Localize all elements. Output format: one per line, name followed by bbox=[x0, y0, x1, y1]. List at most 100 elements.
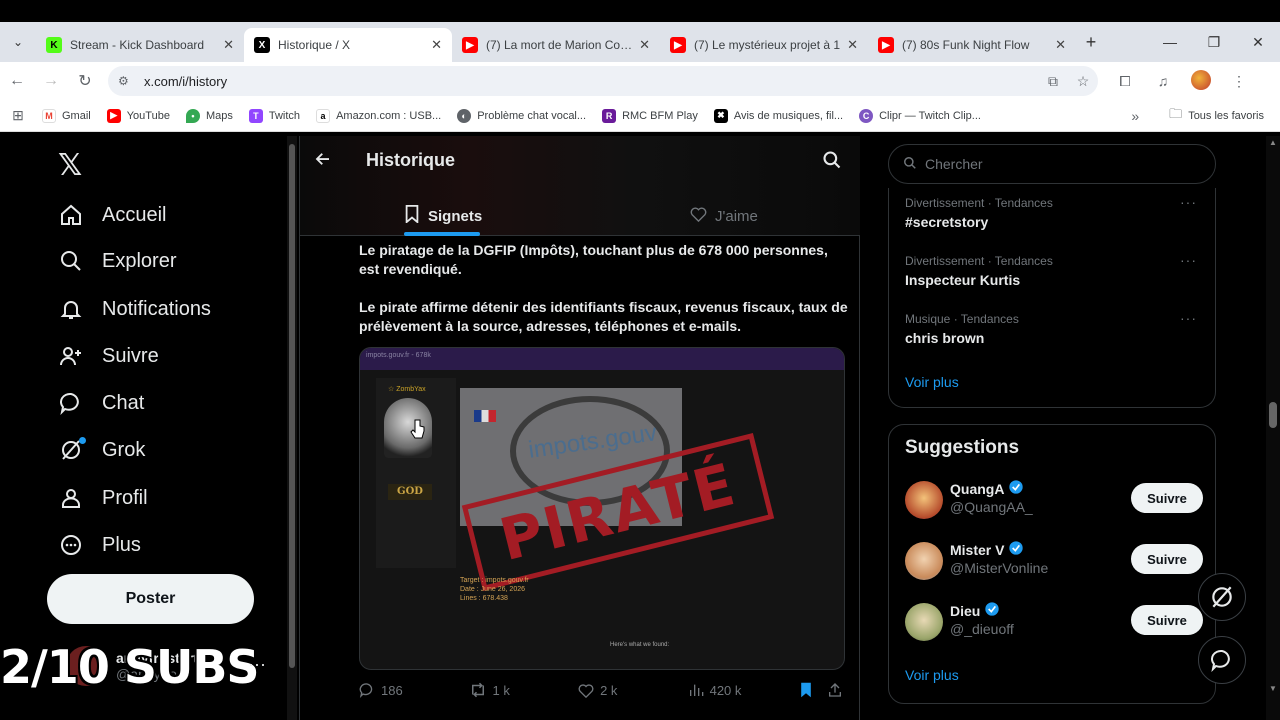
suggestion-user[interactable]: QuangA @QuangAA_ Suivre bbox=[905, 477, 1203, 521]
nav-label: Grok bbox=[102, 438, 146, 461]
tab-youtube-1[interactable]: ▶ (7) La mort de Marion Cotillard ✕ bbox=[452, 28, 660, 62]
x-logo-icon[interactable]: 𝕏 bbox=[58, 148, 82, 183]
reply-icon bbox=[359, 683, 373, 698]
media-control-icon[interactable]: ♫ bbox=[1144, 73, 1182, 89]
follow-button[interactable]: Suivre bbox=[1131, 483, 1203, 513]
bookmark-label: Gmail bbox=[62, 109, 91, 122]
close-tab-icon[interactable]: ✕ bbox=[847, 37, 858, 53]
tab-youtube-2[interactable]: ▶ (7) Le mystérieux projet à 1 ✕ bbox=[660, 28, 868, 62]
bookmark-amazon[interactable]: a Amazon.com : USB... bbox=[316, 108, 441, 123]
bookmark-youtube[interactable]: ▶ YouTube bbox=[106, 108, 170, 123]
nav-item-profil[interactable]: Profil bbox=[58, 485, 148, 511]
tab-jaime[interactable]: J'aime bbox=[690, 196, 758, 236]
back-arrow-icon[interactable] bbox=[314, 150, 332, 173]
scroll-up-icon[interactable]: ▲ bbox=[1269, 138, 1277, 147]
tab-title: Historique / X bbox=[278, 38, 351, 52]
profile-avatar[interactable] bbox=[1182, 69, 1220, 93]
avatar bbox=[905, 542, 943, 580]
more-options-icon[interactable]: ··· bbox=[1180, 310, 1197, 326]
install-app-icon[interactable]: ⧉ bbox=[1038, 73, 1068, 90]
tweet-paragraph-2: Le pirate affirme détenir des identifian… bbox=[359, 299, 848, 334]
search-input[interactable]: Chercher bbox=[888, 144, 1216, 184]
address-bar[interactable]: ⚙ x.com/i/history ⧉ ☆ bbox=[108, 66, 1098, 96]
nav-item-plus[interactable]: Plus bbox=[58, 532, 141, 558]
more-bookmarks-icon[interactable]: » bbox=[1131, 108, 1139, 124]
reply-button[interactable]: 186 bbox=[359, 682, 469, 698]
forward-icon[interactable]: → bbox=[34, 72, 68, 90]
see-more-trends-link[interactable]: Voir plus bbox=[905, 374, 959, 390]
tab-search-button[interactable]: ⌄ bbox=[0, 22, 36, 62]
nav-item-explorer[interactable]: Explorer bbox=[58, 248, 176, 274]
repost-button[interactable]: 1 k bbox=[469, 682, 579, 698]
new-tab-button[interactable]: + bbox=[1076, 32, 1106, 53]
bookmark-button[interactable] bbox=[799, 682, 827, 698]
bookmark-star-icon[interactable]: ☆ bbox=[1068, 73, 1098, 90]
trend-item[interactable]: Divertissement · Tendances #secretstory … bbox=[905, 194, 1205, 230]
bookmark-gmail[interactable]: M Gmail bbox=[42, 108, 91, 123]
bookmark-rmc[interactable]: R RMC BFM Play bbox=[602, 108, 698, 123]
account-more-icon[interactable]: ··· bbox=[248, 654, 266, 675]
reload-icon[interactable]: ↻ bbox=[68, 71, 102, 91]
site-info-icon[interactable]: ⚙ bbox=[118, 74, 136, 88]
back-icon[interactable]: ← bbox=[0, 72, 34, 90]
scrollbar-thumb[interactable] bbox=[1269, 402, 1277, 428]
more-options-icon[interactable]: ··· bbox=[1180, 252, 1197, 268]
close-tab-icon[interactable]: ✕ bbox=[223, 37, 234, 53]
nav-item-chat[interactable]: Chat bbox=[58, 390, 144, 416]
nav-item-grok[interactable]: Grok bbox=[58, 437, 145, 463]
menu-kebab-icon[interactable]: ⋮ bbox=[1220, 73, 1258, 90]
follow-button[interactable]: Suivre bbox=[1131, 544, 1203, 574]
tweet-actions: 186 1 k 2 k 420 k bbox=[359, 682, 849, 698]
apps-grid-icon[interactable]: ⊞ bbox=[0, 107, 36, 124]
bookmark-label: Avis de musiques, fil... bbox=[733, 109, 844, 122]
post-button[interactable]: Poster bbox=[47, 574, 254, 624]
nav-item-suivre[interactable]: Suivre bbox=[58, 343, 159, 369]
follow-button[interactable]: Suivre bbox=[1131, 605, 1203, 635]
tab-youtube-3[interactable]: ▶ (7) 80s Funk Night Flow ✕ bbox=[868, 28, 1076, 62]
left-scrollbar[interactable] bbox=[287, 136, 297, 720]
scrollbar-thumb[interactable] bbox=[289, 144, 295, 668]
trend-item[interactable]: Musique · Tendances chris brown ··· bbox=[905, 310, 1205, 346]
close-tab-icon[interactable]: ✕ bbox=[1055, 37, 1066, 53]
views-button[interactable]: 420 k bbox=[688, 682, 800, 698]
restore-icon[interactable]: ❐ bbox=[1192, 34, 1236, 51]
all-bookmarks-folder[interactable]: 🗀 Tous les favoris bbox=[1169, 105, 1264, 127]
messages-fab-button[interactable] bbox=[1198, 636, 1246, 684]
more-options-icon[interactable]: ··· bbox=[1180, 194, 1197, 210]
page-scrollbar[interactable]: ▲ ▼ bbox=[1266, 136, 1280, 720]
bookmark-twitch[interactable]: T Twitch bbox=[248, 108, 300, 123]
reply-count: 186 bbox=[381, 682, 403, 698]
minimize-icon[interactable]: — bbox=[1148, 34, 1192, 50]
trend-category: Divertissement · Tendances bbox=[905, 196, 1053, 210]
search-icon[interactable] bbox=[822, 150, 842, 175]
like-button[interactable]: 2 k bbox=[578, 683, 688, 698]
bookmark-clipr[interactable]: C Clipr — Twitch Clip... bbox=[859, 108, 981, 123]
nav-label: Notifications bbox=[102, 297, 211, 320]
bookmark-avis[interactable]: ✖ Avis de musiques, fil... bbox=[713, 108, 844, 123]
tab-kick[interactable]: K Stream - Kick Dashboard ✕ bbox=[36, 28, 244, 62]
see-more-suggestions-link[interactable]: Voir plus bbox=[905, 667, 959, 683]
close-window-icon[interactable]: ✕ bbox=[1236, 34, 1280, 51]
nav-item-accueil[interactable]: Accueil bbox=[58, 202, 166, 228]
bookmark-chat-vocal[interactable]: ◐ Problème chat vocal... bbox=[457, 108, 586, 123]
tweet-image[interactable]: impots.gouv.fr - 678k ☆ ZombYax GOD impo… bbox=[359, 347, 845, 670]
bookmark-filled-icon bbox=[801, 682, 811, 698]
bookmark-maps[interactable]: • Maps bbox=[185, 108, 233, 123]
tab-signets[interactable]: Signets bbox=[404, 196, 482, 236]
close-tab-icon[interactable]: ✕ bbox=[639, 37, 650, 53]
extensions-icon[interactable]: ⧠ bbox=[1106, 73, 1144, 90]
image-target: Target : impots.gouv.fr bbox=[460, 577, 529, 584]
scroll-down-icon[interactable]: ▼ bbox=[1269, 684, 1277, 693]
suggestion-user[interactable]: Mister V @MisterVonline Suivre bbox=[905, 538, 1203, 582]
grok-fab-button[interactable] bbox=[1198, 573, 1246, 621]
profile-icon bbox=[58, 485, 84, 511]
music-review-icon: ✖ bbox=[713, 108, 728, 123]
suggestion-user[interactable]: Dieu @_dieuoff Suivre bbox=[905, 599, 1203, 643]
nav-label: Explorer bbox=[102, 249, 177, 272]
tab-x-history[interactable]: X Historique / X ✕ bbox=[244, 28, 452, 62]
share-button[interactable] bbox=[827, 682, 849, 698]
trend-item[interactable]: Divertissement · Tendances Inspecteur Ku… bbox=[905, 252, 1205, 288]
nav-item-notifications[interactable]: Notifications bbox=[58, 296, 211, 322]
close-tab-icon[interactable]: ✕ bbox=[431, 37, 442, 53]
kick-icon: K bbox=[46, 37, 62, 53]
